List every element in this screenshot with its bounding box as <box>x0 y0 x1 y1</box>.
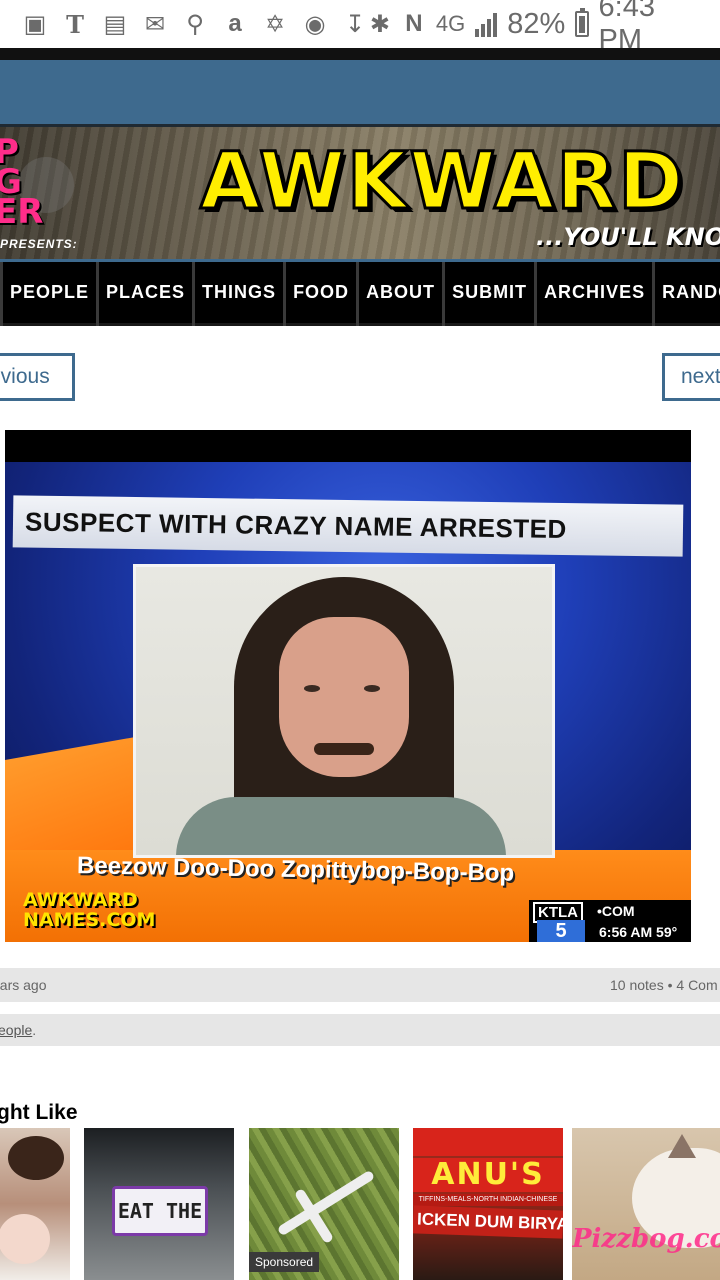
mugshot-photo <box>133 564 555 858</box>
top-strip <box>0 48 720 60</box>
post-meta: ears ago 10 notes • 4 Com <box>0 968 720 1002</box>
gallery-icon: ▤ <box>103 10 127 38</box>
tag-link[interactable]: eople <box>0 1022 32 1038</box>
thumb-watermark: Pizzbog.com <box>572 1224 720 1254</box>
battery-icon <box>575 8 589 37</box>
pinwheel-icon: ✡ <box>264 10 286 38</box>
restaurant-name: ANU'S <box>413 1158 563 1192</box>
thumb-baby <box>0 1214 50 1264</box>
thumb-restaurant-sign[interactable]: ANU'S TIFFINS-MEALS-NORTH INDIAN-CHINESE… <box>413 1128 563 1280</box>
battery-percent: 82% <box>507 7 566 40</box>
nav-item-random[interactable]: RANDO <box>655 262 720 326</box>
channel-number: 5 <box>537 920 585 942</box>
right-eye <box>364 685 380 692</box>
download-icon: ↧ <box>344 10 366 38</box>
maps-icon: ⚲ <box>186 10 204 38</box>
thumb-license-plate[interactable]: EAT THE <box>84 1128 234 1280</box>
post-image[interactable]: SUSPECT WITH CRAZY NAME ARRESTED Beezow … <box>5 430 691 942</box>
previous-label: evious <box>0 365 50 388</box>
left-eye <box>304 685 320 692</box>
nav-item-archives[interactable]: ARCHIVES <box>537 262 653 326</box>
network-type: 4G <box>435 11 466 36</box>
status-bar: ▣ T ▤ ✉ ⚲ a ✡ ◉ ↧ ✱ N 4G 82% 6:43 PM <box>0 0 720 56</box>
next-button[interactable]: next <box>662 353 720 401</box>
tag-suffix: . <box>32 1022 37 1038</box>
station-com: •COM <box>597 903 635 919</box>
tag-line: eople. <box>0 1022 36 1038</box>
thumb-mother-baby[interactable] <box>0 1128 70 1280</box>
mouth <box>314 743 374 755</box>
voicemail-icon: ◉ <box>304 10 326 38</box>
thumb-cat[interactable]: Pizzbog.com <box>572 1128 720 1280</box>
banner-tagline: ...YOU'LL KNO <box>536 223 720 251</box>
post-notes[interactable]: 10 notes • 4 Com <box>610 977 718 993</box>
site-header <box>0 60 720 124</box>
sign-top <box>413 1128 563 1156</box>
bluetooth-icon: ✱ <box>369 10 391 38</box>
nav-item-about[interactable]: ABOUT <box>359 262 443 326</box>
might-like-title: ght Like <box>0 1101 78 1124</box>
previous-button[interactable]: evious <box>0 353 75 401</box>
main-nav: PEOPLE PLACES THINGS FOOD ABOUT SUBMIT A… <box>0 262 720 326</box>
post-age[interactable]: ears ago <box>0 977 46 993</box>
gmail-icon: ✉ <box>144 10 166 38</box>
tmobile-icon: T <box>66 9 84 39</box>
license-plate: EAT THE <box>112 1186 208 1236</box>
site-banner[interactable]: PGER PRESENTS: AWKWARD ...YOU'LL KNO <box>0 124 720 262</box>
restaurant-banner: ICKEN DUM BIRYANI IS <box>413 1205 563 1239</box>
site-watermark: AWKWARD NAMES.COM <box>23 889 156 931</box>
nav-item-places[interactable]: PLACES <box>99 262 193 326</box>
nav-item-people[interactable]: PEOPLE <box>3 262 97 326</box>
nav-item-submit[interactable]: SUBMIT <box>445 262 535 326</box>
nav-item-things[interactable]: THINGS <box>195 262 284 326</box>
station-time: 6:56 AM 59° <box>599 924 678 940</box>
headline-bar: SUSPECT WITH CRAZY NAME ARRESTED <box>12 495 684 557</box>
post-tags: eople. <box>0 1014 720 1046</box>
amazon-icon: a <box>228 10 242 37</box>
station-bug: KTLA •COM 5 6:56 AM 59° <box>529 900 691 942</box>
next-label: next <box>681 365 720 388</box>
notification-icons: ▣ T ▤ ✉ ⚲ a ✡ ◉ ↧ <box>22 9 368 39</box>
nfc-icon: N <box>405 10 423 37</box>
thumb-plane-field[interactable]: Sponsored <box>249 1128 399 1280</box>
banner-title: AWKWARD <box>198 136 686 229</box>
might-like-thumbs: EAT THE Sponsored ANU'S TIFFINS-MEALS-NO… <box>0 1128 720 1280</box>
nav-item-food[interactable]: FOOD <box>286 262 357 326</box>
news-headline: SUSPECT WITH CRAZY NAME ARRESTED <box>24 505 568 544</box>
banner-logo: PGER <box>0 135 44 232</box>
messages-icon: ▣ <box>23 10 47 38</box>
banner-logo-sub: PRESENTS: <box>0 237 78 251</box>
thumb-hair <box>8 1136 64 1180</box>
signal-icon <box>475 11 498 37</box>
sponsored-badge: Sponsored <box>249 1252 320 1272</box>
shirt <box>176 797 506 855</box>
cat-ear <box>668 1134 696 1158</box>
restaurant-sub: TIFFINS-MEALS-NORTH INDIAN-CHINESE <box>413 1194 563 1206</box>
black-bar <box>5 430 691 462</box>
